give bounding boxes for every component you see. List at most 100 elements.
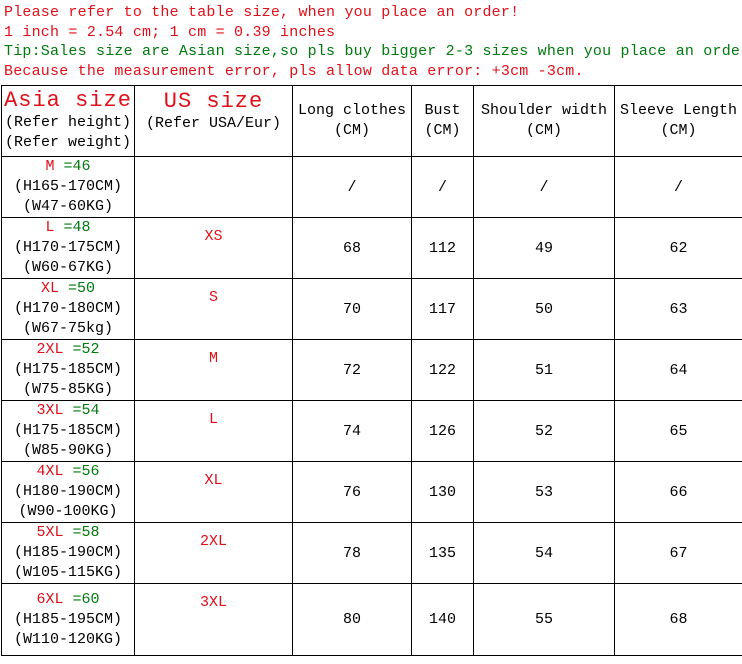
long-clothes-unit: (CM): [333, 122, 370, 139]
us-size-sub: (Refer USA/Eur): [145, 115, 282, 132]
note-tip: Tip:Sales size are Asian size,so pls buy…: [4, 43, 742, 60]
asia-size-title: Asia size: [4, 88, 132, 113]
bust-cell: 126: [411, 400, 474, 462]
bust-cell: /: [411, 156, 474, 218]
asia-size-weight: (W85-90KG): [22, 442, 113, 459]
asia-size-number: =60: [63, 590, 100, 608]
asia-size-cell: 6XL =60 (H185-195CM) (W110-120KG): [1, 583, 135, 656]
asia-size-weight: (W47-60KG): [22, 198, 113, 215]
asia-size-code: M: [45, 158, 55, 175]
shoulder-cell: 50: [473, 278, 615, 340]
asia-size-cell: 4XL =56 (H180-190CM) (W90-100KG): [1, 461, 135, 523]
us-size-cell: M: [134, 339, 293, 401]
shoulder-cell: 52: [473, 400, 615, 462]
bust-cell: 130: [411, 461, 474, 523]
table-header-row: Asia size (Refer height) (Refer weight) …: [1, 85, 742, 157]
asia-size-sub-weight: (Refer weight): [4, 134, 132, 151]
asia-size-line: L =48: [2, 218, 134, 238]
header-shoulder-width: Shoulder width (CM): [473, 85, 615, 157]
us-size-cell: 2XL: [134, 522, 293, 584]
shoulder-width-unit: (CM): [525, 122, 562, 139]
asia-size-line: 2XL =52: [2, 340, 134, 360]
asia-size-line: XL =50: [2, 279, 134, 299]
asia-size-weight: (W67-75kg): [22, 320, 113, 337]
table-row: M =46 (H165-170CM) (W47-60KG) / / / /: [1, 156, 742, 218]
sleeve-cell: 64: [614, 339, 742, 401]
bust-cell: 112: [411, 217, 474, 279]
shoulder-cell: 54: [473, 522, 615, 584]
us-size-title: US size: [163, 89, 264, 114]
table-row: 5XL =58 (H185-190CM) (W105-115KG) 2XL 78 135 5…: [1, 522, 742, 584]
table-row: 6XL =60 (H185-195CM) (W110-120KG) 3XL 80 140 5…: [1, 583, 742, 656]
asia-size-number: =54: [63, 402, 100, 419]
shoulder-width-label: Shoulder width: [480, 102, 608, 119]
asia-size-height: (H170-175CM): [13, 239, 123, 256]
us-size-cell: 3XL: [134, 583, 293, 656]
us-size-cell: XS: [134, 217, 293, 279]
us-size-cell: S: [134, 278, 293, 340]
table-row: 2XL =52 (H175-185CM) (W75-85KG) M 72 122 51 64: [1, 339, 742, 401]
asia-size-height: (H170-180CM): [13, 300, 123, 317]
shoulder-cell: 55: [473, 583, 615, 656]
asia-size-cell: 2XL =52 (H175-185CM) (W75-85KG): [1, 339, 135, 401]
us-size-cell: [134, 156, 293, 218]
size-table: Asia size (Refer height) (Refer weight) …: [1, 85, 742, 656]
shoulder-cell: 51: [473, 339, 615, 401]
asia-size-number: =56: [63, 463, 100, 480]
asia-size-weight: (W60-67KG): [22, 259, 113, 276]
us-size-cell: XL: [134, 461, 293, 523]
header-bust: Bust (CM): [411, 85, 474, 157]
bust-cell: 117: [411, 278, 474, 340]
bust-cell: 140: [411, 583, 474, 656]
asia-size-code: L: [45, 219, 55, 236]
long-cell: 70: [292, 278, 412, 340]
header-sleeve-length: Sleeve Length (CM): [614, 85, 742, 157]
asia-size-line: 4XL =56: [2, 462, 134, 482]
asia-size-code: 6XL: [36, 590, 64, 608]
asia-size-sub-height: (Refer height): [4, 114, 132, 131]
sleeve-cell: 66: [614, 461, 742, 523]
asia-size-height: (H185-190CM): [13, 544, 123, 561]
header-long-clothes: Long clothes (CM): [292, 85, 412, 157]
asia-size-number: =52: [63, 341, 100, 358]
asia-size-height: (H175-185CM): [13, 422, 123, 439]
sleeve-cell: /: [614, 156, 742, 218]
sleeve-cell: 67: [614, 522, 742, 584]
sleeve-length-unit: (CM): [660, 122, 697, 139]
asia-size-line: 3XL =54: [2, 401, 134, 421]
asia-size-line: 6XL =60: [2, 590, 134, 610]
header-asia-size: Asia size (Refer height) (Refer weight): [1, 85, 135, 157]
size-notes: Please refer to the table size, when you…: [4, 3, 742, 81]
asia-size-line: 5XL =58: [2, 523, 134, 543]
asia-size-cell: 5XL =58 (H185-190CM) (W105-115KG): [1, 522, 135, 584]
note-conversion: 1 inch = 2.54 cm; 1 cm = 0.39 inches: [4, 23, 336, 41]
asia-size-number: =46: [54, 158, 91, 175]
asia-size-code: 5XL: [36, 524, 64, 541]
asia-size-number: =48: [54, 219, 91, 236]
table-row: XL =50 (H170-180CM) (W67-75kg) S 70 117 50 63: [1, 278, 742, 340]
asia-size-cell: L =48 (H170-175CM) (W60-67KG): [1, 217, 135, 279]
shoulder-cell: /: [473, 156, 615, 218]
long-cell: 76: [292, 461, 412, 523]
table-row: 4XL =56 (H180-190CM) (W90-100KG) XL 76 130 53 6…: [1, 461, 742, 523]
shoulder-cell: 49: [473, 217, 615, 279]
note-order: Please refer to the table size, when you…: [4, 4, 520, 21]
long-clothes-label: Long clothes: [297, 102, 407, 119]
asia-size-weight: (W90-100KG): [18, 503, 118, 520]
asia-size-line: M =46: [2, 157, 134, 177]
asia-size-weight: (W105-115KG): [13, 564, 123, 581]
bust-cell: 135: [411, 522, 474, 584]
bust-label: Bust: [424, 102, 461, 119]
bust-cell: 122: [411, 339, 474, 401]
us-size-cell: L: [134, 400, 293, 462]
asia-size-height: (H175-185CM): [13, 361, 123, 378]
header-us-size: US size (Refer USA/Eur): [134, 85, 293, 157]
table-row: L =48 (H170-175CM) (W60-67KG) XS 68 112 49 62: [1, 217, 742, 279]
asia-size-weight: (W75-85KG): [22, 381, 113, 398]
asia-size-number: =50: [59, 280, 96, 297]
asia-size-height: (H185-195CM): [13, 610, 123, 628]
asia-size-weight: (W110-120KG): [13, 630, 123, 648]
asia-size-cell: M =46 (H165-170CM) (W47-60KG): [1, 156, 135, 218]
sleeve-length-label: Sleeve Length: [619, 102, 738, 119]
long-cell: 72: [292, 339, 412, 401]
